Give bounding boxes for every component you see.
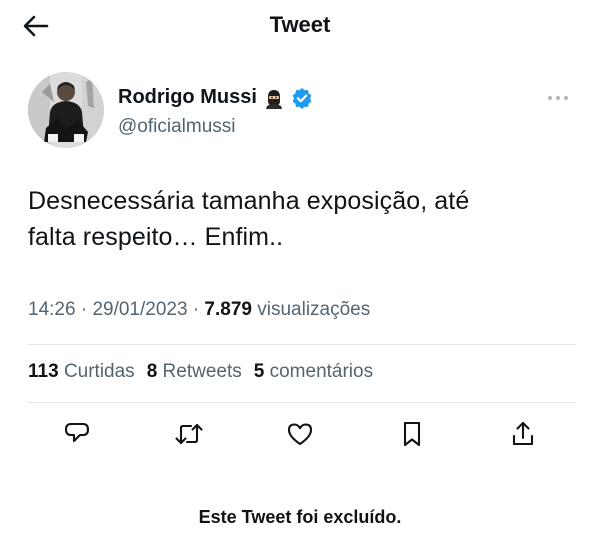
likes-label: Curtidas: [63, 361, 135, 382]
tweet-text-line-1: Desnecessária tamanha exposição, até: [28, 187, 470, 215]
verified-badge-icon: [292, 87, 312, 109]
retweets-count: 8: [146, 361, 158, 382]
avatar-photo: [28, 72, 104, 148]
action-bar: [60, 417, 540, 451]
tweet-author: Rodrigo Mussi @oficialmussi: [28, 72, 578, 152]
ninja-emoji-icon: [265, 89, 282, 109]
share-button[interactable]: [506, 417, 540, 451]
likes-count: 113: [28, 361, 59, 382]
divider: [28, 402, 576, 403]
share-icon: [512, 421, 534, 446]
divider: [28, 344, 576, 345]
likes-stat[interactable]: 113 Curtidas: [28, 361, 135, 383]
reply-button[interactable]: [60, 417, 94, 451]
meta-separator: ·: [192, 299, 200, 320]
retweet-button[interactable]: [172, 417, 206, 451]
views-label: visualizações: [257, 299, 371, 320]
retweets-label: Retweets: [162, 361, 242, 382]
avatar[interactable]: [28, 72, 104, 148]
views-count: 7.879: [204, 299, 252, 320]
comments-label: comentários: [269, 361, 374, 382]
comments-stat[interactable]: 5 comentários: [254, 361, 373, 383]
retweets-stat[interactable]: 8 Retweets: [147, 361, 242, 383]
bookmark-icon: [403, 421, 420, 447]
bookmark-button[interactable]: [395, 417, 429, 451]
heart-icon: [287, 423, 313, 446]
more-horizontal-icon: [548, 96, 568, 100]
comments-count: 5: [253, 361, 265, 382]
page-title: Tweet: [269, 12, 331, 37]
retweet-icon: [174, 423, 203, 445]
display-name: Rodrigo Mussi: [118, 86, 257, 108]
tweet-time[interactable]: 14:26: [28, 299, 76, 320]
tweet-text-line-2: falta respeito… Enfim..: [28, 223, 284, 251]
deleted-notice: Este Tweet foi excluído.: [198, 507, 402, 527]
tweet-date[interactable]: 29/01/2023: [92, 299, 187, 320]
top-bar: Tweet: [0, 0, 600, 52]
tweet-stats: 113 Curtidas 8 Retweets 5 comentários: [28, 361, 373, 383]
meta-separator: ·: [80, 299, 88, 320]
tweet-text: Desnecessária tamanha exposição, até fal…: [28, 183, 576, 255]
tweet-meta: 14:26 · 29/01/2023 · 7.879 visualizações: [28, 299, 370, 321]
user-handle[interactable]: @oficialmussi: [118, 116, 235, 138]
more-button[interactable]: [544, 88, 572, 108]
display-name-row[interactable]: Rodrigo Mussi: [118, 86, 313, 109]
like-button[interactable]: [283, 417, 317, 451]
comment-icon: [64, 422, 90, 443]
